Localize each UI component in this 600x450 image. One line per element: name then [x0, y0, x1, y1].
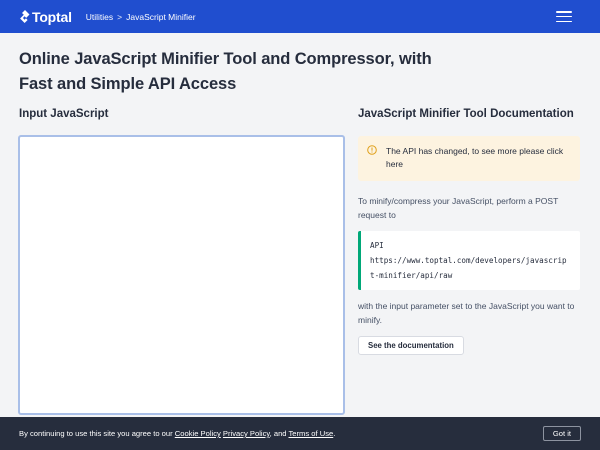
toptal-logo[interactable]: Toptal	[19, 9, 72, 25]
warning-icon	[367, 145, 377, 155]
cookie-and: , and	[269, 429, 287, 438]
page-title: Online JavaScript Minifier Tool and Comp…	[19, 50, 432, 93]
got-it-button[interactable]: Got it	[542, 426, 581, 441]
toptal-logo-icon	[20, 10, 30, 23]
api-code-block: API https://www.toptal.com/developers/ja…	[358, 231, 580, 290]
terms-of-use-link[interactable]: Terms of Use	[289, 429, 334, 438]
breadcrumb-utilities[interactable]: Utilities	[86, 12, 113, 22]
hamburger-line	[556, 15, 572, 18]
cookie-suffix: .	[333, 429, 336, 438]
hamburger-line	[556, 11, 572, 13]
documentation-title: JavaScript Minifier Tool Documentation	[358, 108, 574, 120]
input-javascript-label: Input JavaScript	[19, 108, 109, 120]
top-navigation-bar: Toptal Utilities > JavaScript Minifier	[0, 0, 600, 33]
api-param-text: with the input parameter set to the Java…	[358, 301, 575, 325]
breadcrumb-separator: >	[117, 11, 123, 22]
javascript-input[interactable]	[18, 135, 345, 415]
documentation-panel: JavaScript Minifier Tool Documentation T…	[358, 108, 580, 355]
cookie-text: By continuing to use this site you agree…	[19, 429, 335, 438]
cookie-banner: By continuing to use this site you agree…	[0, 417, 600, 450]
breadcrumb: Utilities > JavaScript Minifier	[86, 12, 196, 22]
privacy-policy-link[interactable]: Privacy Policy	[223, 429, 270, 438]
api-changed-alert[interactable]: The API has changed, to see more please …	[358, 136, 580, 181]
logo-text: Toptal	[32, 8, 72, 25]
hamburger-line	[556, 20, 572, 22]
api-intro-text: To minify/compress your JavaScript, perf…	[358, 196, 559, 220]
code-label: API	[370, 241, 384, 250]
cookie-prefix: By continuing to use this site you agree…	[19, 429, 173, 438]
alert-text: The API has changed, to see more please …	[386, 146, 564, 169]
breadcrumb-javascript-minifier[interactable]: JavaScript Minifier	[126, 12, 195, 22]
cookie-policy-link[interactable]: Cookie Policy	[175, 429, 221, 438]
hamburger-menu-icon[interactable]	[556, 11, 572, 22]
api-url: https://www.toptal.com/developers/javasc…	[370, 256, 567, 280]
see-documentation-button[interactable]: See the documentation	[358, 336, 464, 355]
